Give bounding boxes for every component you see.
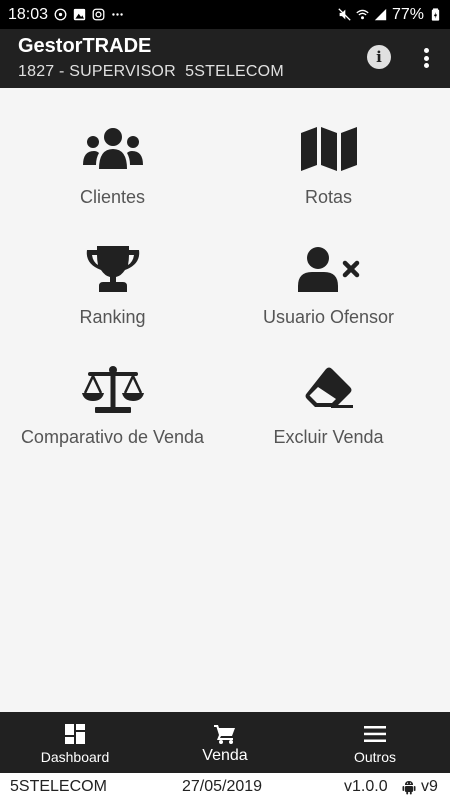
nav-venda[interactable]: Venda [150,712,300,773]
nav-label: Venda [202,747,248,764]
footer: 5STELECOM 27/05/2019 v1.0.0 v9 [0,773,450,800]
info-icon[interactable]: i [367,45,391,69]
menu-item-label: Excluir Venda [273,427,384,447]
android-icon [401,779,417,795]
bottom-navigation: Dashboard Venda Outros [0,712,450,773]
wifi-icon [356,8,369,21]
menu-item-label: Rotas [304,187,353,207]
menu-item-usuario-ofensor[interactable]: Usuario Ofensor [216,208,441,328]
status-time: 18:03 [8,5,49,23]
menu-item-label: Comparativo de Venda [20,427,205,447]
battery-percent: 77% [391,5,424,23]
menu-item-excluir-venda[interactable]: Excluir Venda [216,328,441,448]
app-subtitle: 1827 - SUPERVISOR 5STELECOM [18,63,284,80]
status-bar: 18:03 77% [0,0,450,29]
signal-icon [374,8,387,21]
nav-dashboard[interactable]: Dashboard [0,712,150,773]
footer-date: 27/05/2019 [182,777,263,795]
menu-item-ranking[interactable]: Ranking [0,208,225,328]
menu-item-label: Clientes [79,187,146,207]
map-icon [297,124,361,174]
app-title: GestorTRADE [18,35,152,57]
footer-company: 5STELECOM [10,777,107,795]
menu-item-clientes[interactable]: Clientes [0,88,225,208]
menu-item-comparativo-de-venda[interactable]: Comparativo de Venda [0,328,225,448]
footer-android-version: v9 [421,777,438,795]
app-bar: GestorTRADE 1827 - SUPERVISOR 5STELECOM … [0,29,450,88]
cart-icon [214,724,236,744]
menu-item-rotas[interactable]: Rotas [216,88,441,208]
user-remove-icon [297,244,361,294]
hamburger-menu-icon [364,724,386,744]
dashboard-icon [65,724,85,744]
battery-icon [429,8,442,21]
whatsapp-icon [54,8,67,21]
overflow-menu-icon[interactable] [414,45,438,71]
more-icon [111,8,124,21]
users-icon [81,124,145,174]
nav-label: Outros [353,749,396,765]
balance-scale-icon [81,364,145,414]
image-icon [73,8,86,21]
menu-item-label: Usuario Ofensor [262,307,395,327]
mute-icon [338,8,351,21]
nav-label: Dashboard [40,749,110,765]
eraser-icon [297,364,361,414]
trophy-icon [81,244,145,294]
nav-outros[interactable]: Outros [300,712,450,773]
instagram-icon [92,8,105,21]
menu-item-label: Ranking [79,307,146,327]
footer-version: v1.0.0 [344,777,388,795]
